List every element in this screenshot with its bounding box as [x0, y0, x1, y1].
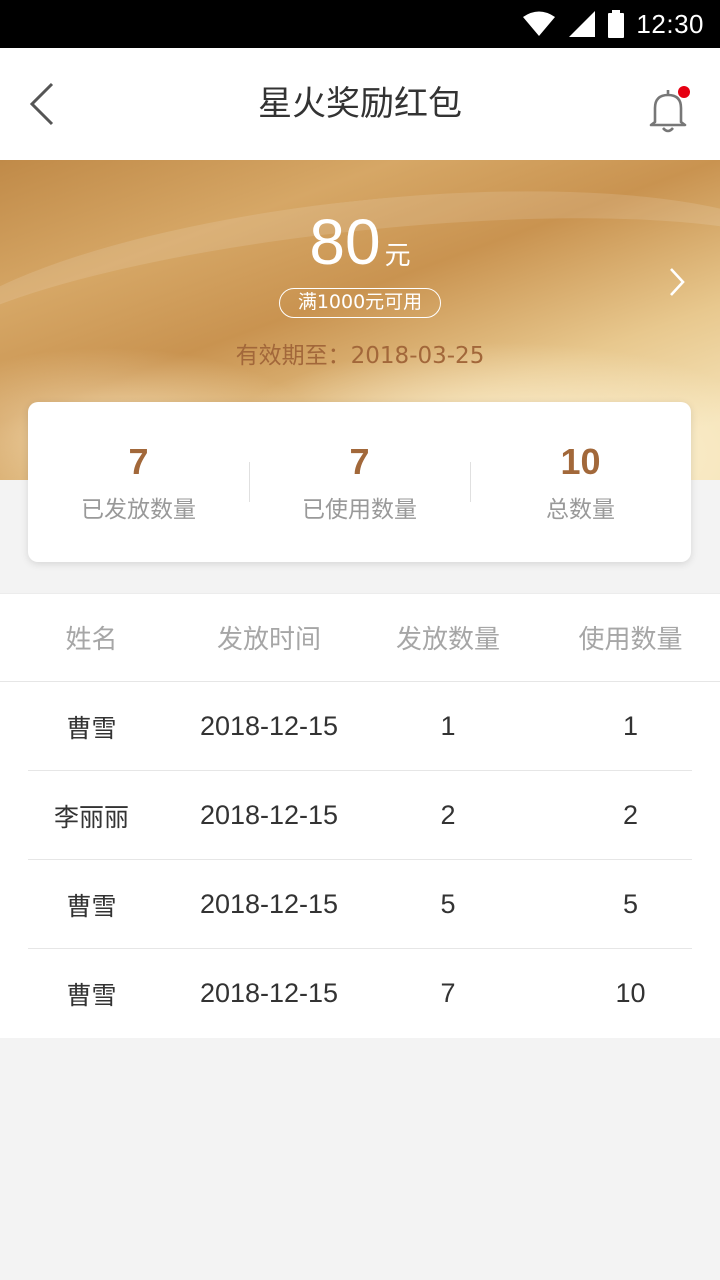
usage-condition-badge: 满1000元可用	[279, 288, 441, 318]
stat-value: 10	[560, 441, 601, 482]
column-header-issued: 发放数量	[395, 625, 500, 655]
coupon-amount: 80 元	[0, 206, 720, 278]
cell-date: 2018-12-15	[199, 711, 339, 741]
validity-date: 有效期至：2018-03-25	[235, 343, 485, 369]
stats-card: 7 已发放数量 7 已使用数量 10 总数量	[28, 402, 691, 562]
notification-button[interactable]	[640, 82, 696, 138]
cell-name: 曹雪	[66, 713, 117, 743]
column-header-name: 姓名	[65, 625, 118, 655]
cell-used: 10	[615, 978, 646, 1008]
cell-issued: 2	[440, 800, 456, 830]
cell-date: 2018-12-15	[199, 889, 339, 919]
battery-icon	[608, 10, 625, 38]
status-bar: 12:30	[0, 0, 720, 48]
stat-used: 7 已使用数量	[249, 402, 470, 562]
unread-dot	[678, 86, 690, 98]
cell-used: 2	[622, 800, 639, 830]
stat-value: 7	[128, 441, 149, 482]
table-row: 曹雪 2018-12-15 7 10	[0, 949, 720, 1038]
table-row: 曹雪 2018-12-15 5 5	[0, 860, 720, 949]
stat-label: 总数量	[546, 497, 615, 523]
status-icons: 12:30	[522, 0, 704, 48]
app-header: 星火奖励红包	[0, 48, 720, 160]
table-row: 李丽丽 2018-12-15 2 2	[0, 771, 720, 860]
cell-name: 曹雪	[66, 891, 117, 921]
stat-value: 7	[349, 441, 370, 482]
status-time: 12:30	[636, 8, 704, 39]
cell-issued: 5	[440, 889, 456, 919]
wifi-icon	[523, 11, 556, 36]
cell-issued: 7	[440, 978, 456, 1008]
stat-issued: 7 已发放数量	[28, 402, 249, 562]
signal-icon	[569, 11, 596, 37]
page-title: 星火奖励红包	[258, 84, 462, 124]
cell-date: 2018-12-15	[199, 978, 339, 1008]
cell-date: 2018-12-15	[199, 800, 339, 830]
cell-name: 李丽丽	[53, 802, 129, 832]
amount-value: 80	[309, 206, 381, 278]
column-header-date: 发放时间	[216, 625, 321, 655]
cell-used: 5	[622, 889, 639, 919]
cell-name: 曹雪	[66, 980, 117, 1010]
table-header: 姓名 发放时间 发放数量 使用数量	[0, 593, 720, 682]
stat-label: 已使用数量	[302, 497, 417, 523]
distribution-table: 姓名 发放时间 发放数量 使用数量 曹雪 2018-12-15 1 1 李丽丽 …	[0, 593, 720, 1038]
amount-unit: 元	[384, 241, 411, 271]
cell-issued: 1	[440, 711, 456, 741]
column-header-used: 使用数量	[578, 625, 683, 655]
banner-detail-button[interactable]	[662, 264, 692, 300]
table-row: 曹雪 2018-12-15 1 1	[0, 682, 720, 771]
chevron-right-icon	[670, 268, 685, 296]
stat-label: 已发放数量	[81, 497, 196, 523]
stat-total: 10 总数量	[470, 402, 691, 562]
cell-used: 1	[622, 711, 639, 741]
